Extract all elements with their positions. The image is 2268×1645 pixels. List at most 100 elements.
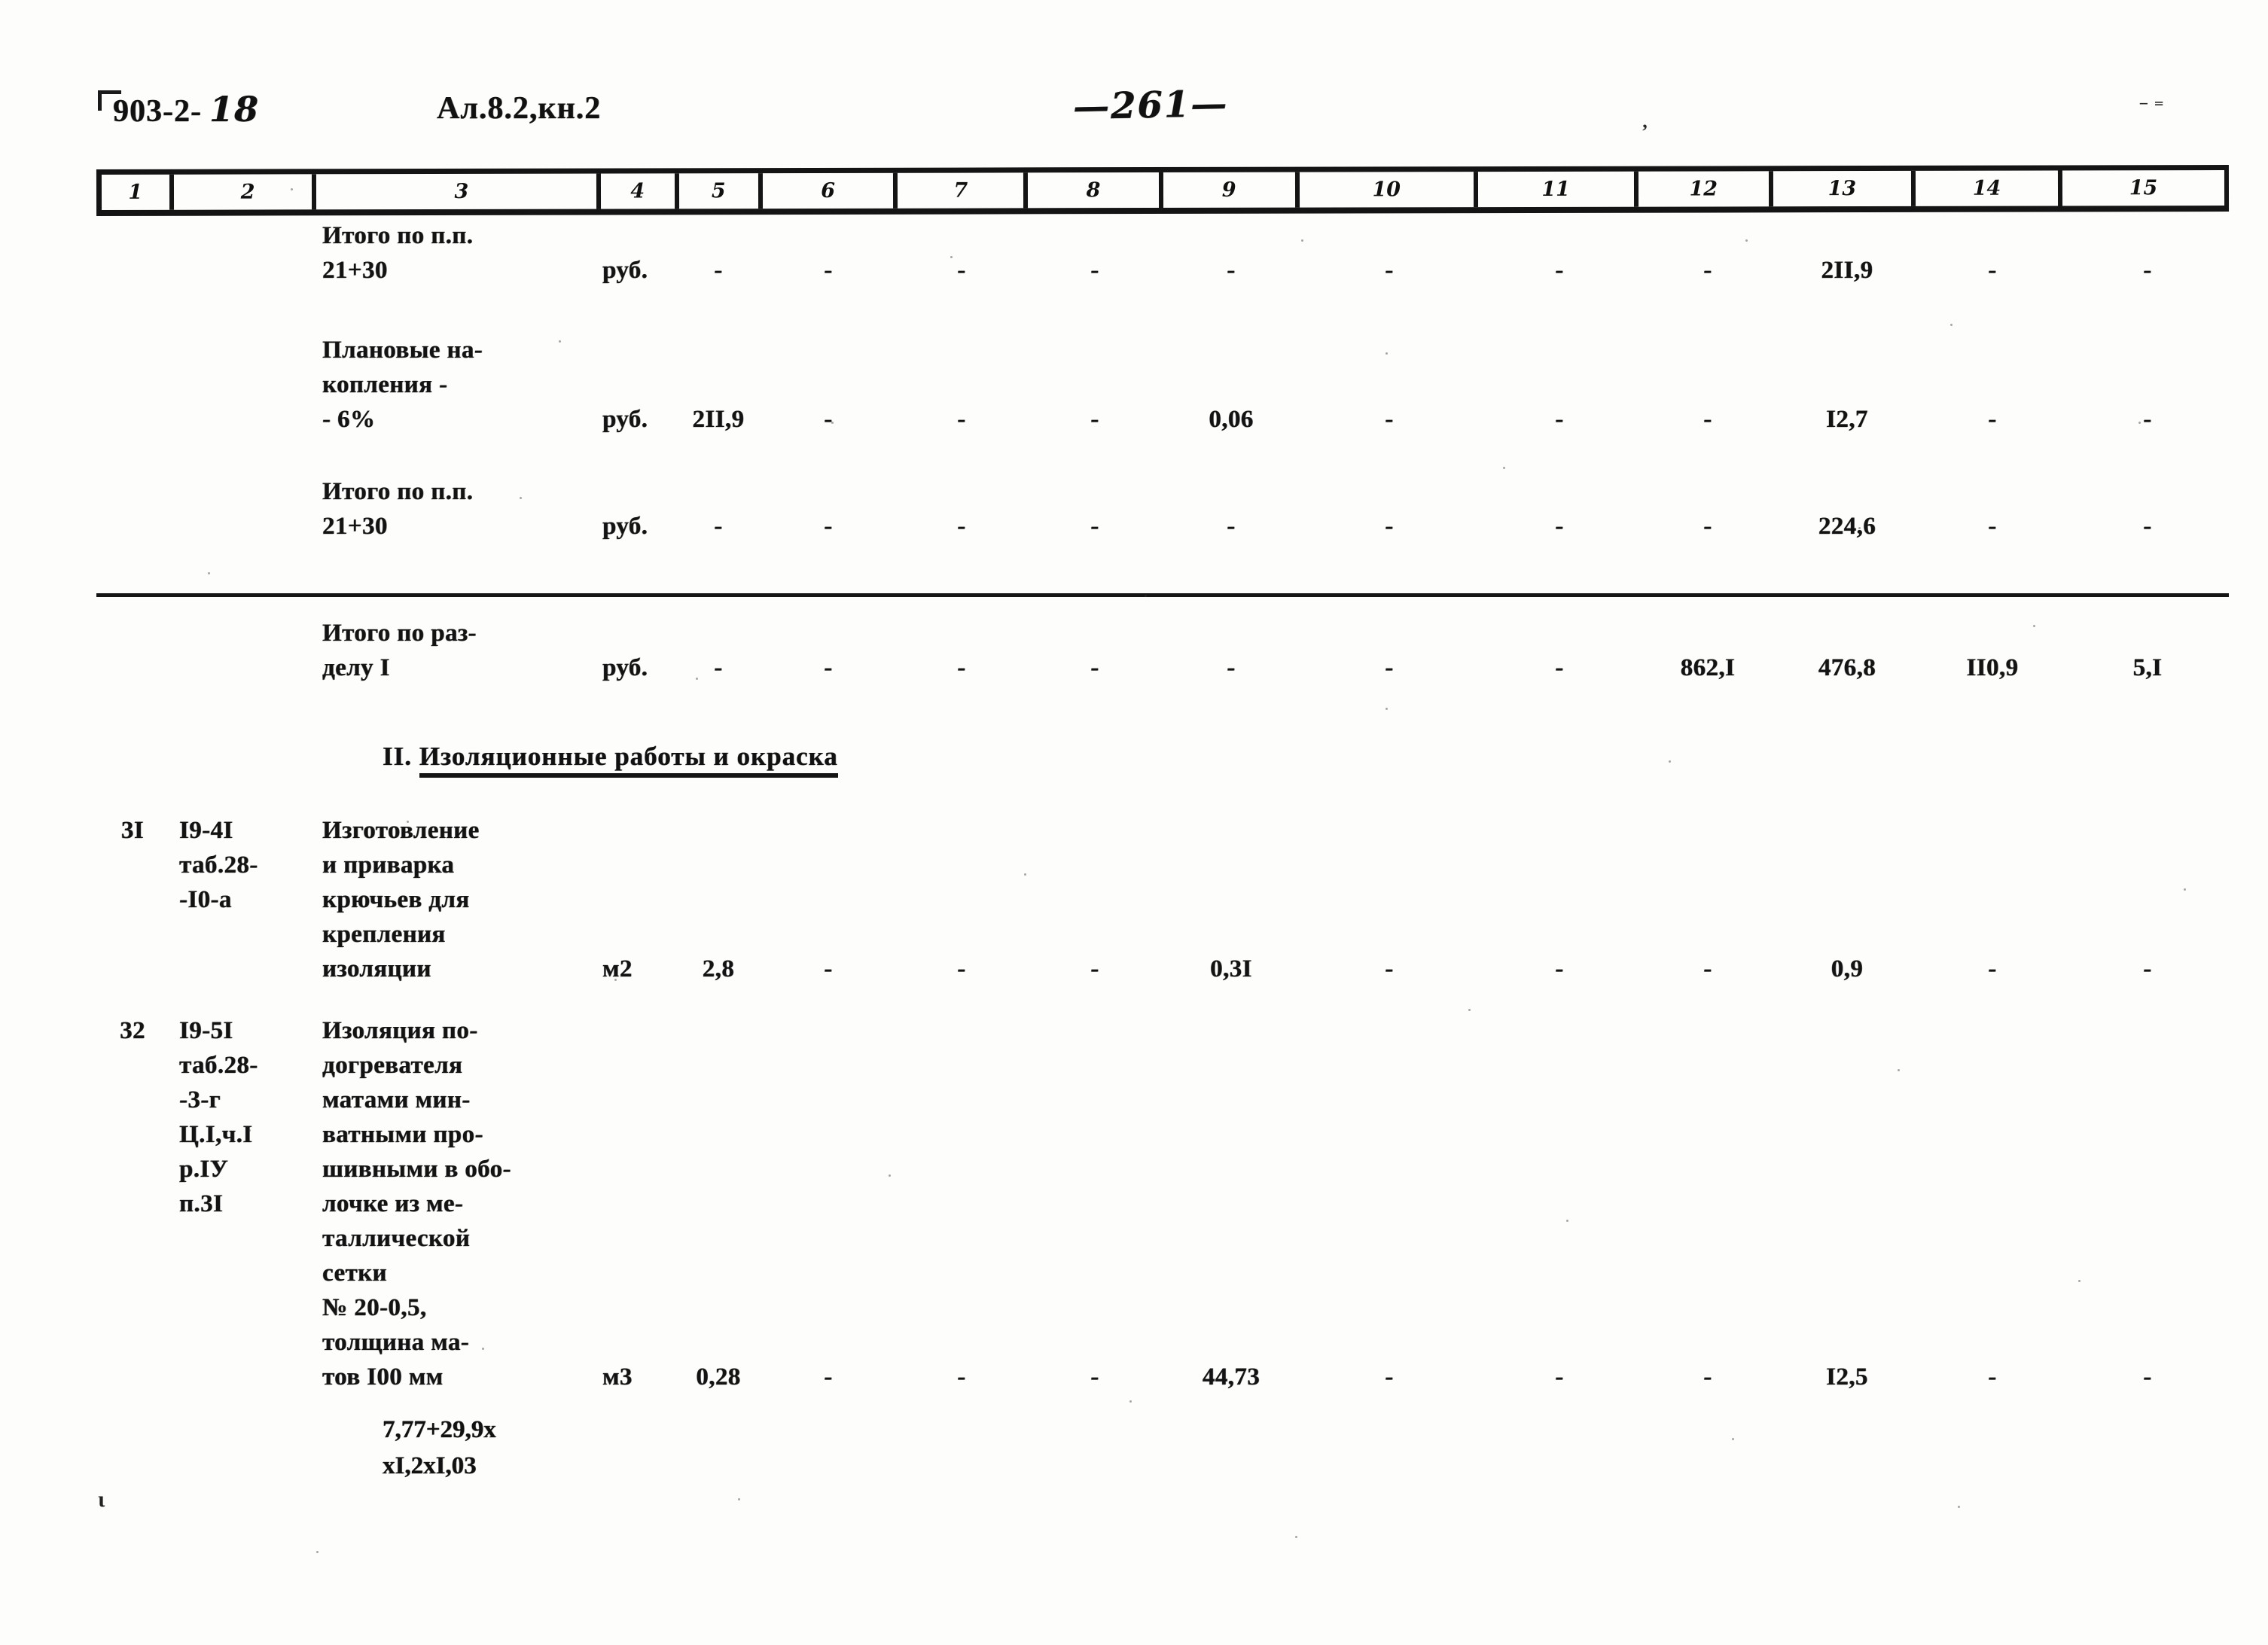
row-col13: I2,7	[1826, 406, 1868, 433]
row-col10: -	[1385, 406, 1394, 433]
row-unit: руб.	[602, 654, 648, 681]
row-col7: -	[957, 513, 966, 540]
row-col8: -	[1090, 955, 1099, 982]
row-col5: 2,8	[702, 955, 735, 982]
row-description: Изоляция по- догревателя матами мин- ват…	[322, 1017, 511, 1391]
row-col11: -	[1555, 955, 1564, 982]
row-col6: -	[824, 1363, 833, 1391]
row-col6: -	[824, 406, 833, 433]
row-col8: -	[1090, 406, 1099, 433]
row-col13: 476,8	[1818, 654, 1876, 681]
column-header-12: 12	[1638, 171, 1773, 207]
column-header-11: 11	[1477, 171, 1639, 208]
row-col7: -	[957, 1363, 966, 1391]
row-col15: 5,I	[2132, 654, 2163, 681]
scan-artifact-dash: ⁻ ⁼	[2138, 96, 2164, 118]
column-header-1: 1	[101, 174, 174, 210]
section-divider-rule	[96, 593, 2229, 597]
row-col6: -	[824, 257, 833, 284]
document-code: 903-2- 18	[113, 89, 259, 129]
column-header-8: 8	[1028, 172, 1163, 209]
row-col9: -	[1227, 257, 1236, 284]
row-col12: -	[1703, 406, 1712, 433]
row-col7: -	[957, 654, 966, 681]
column-header-7: 7	[898, 172, 1029, 209]
row-col9: -	[1227, 513, 1236, 540]
row-col10: -	[1385, 955, 1394, 982]
row-col5: 2II,9	[692, 406, 745, 433]
row-col11: -	[1555, 257, 1564, 284]
row-reference: I9-4I таб.28- -I0-а	[179, 817, 258, 913]
table-row: Итого по п.п. 21+30 руб. - - - - - - - -…	[96, 218, 2229, 288]
column-header-6: 6	[763, 172, 898, 209]
margin-stray-mark: ι	[98, 1487, 105, 1512]
row-col13: 224,6	[1818, 513, 1876, 540]
row-col11: -	[1555, 1363, 1564, 1391]
page-header: 903-2- 18 Ал.8.2,кн.2 —261—	[0, 83, 2268, 142]
column-header-10: 10	[1299, 172, 1478, 208]
row-col15: -	[2143, 955, 2152, 982]
column-header-2: 2	[173, 174, 316, 210]
row-col8: -	[1090, 513, 1099, 540]
row-col11: -	[1555, 513, 1564, 540]
section-heading-number: II.	[383, 742, 412, 771]
column-header-14: 14	[1915, 170, 2063, 206]
row-col5: -	[714, 513, 723, 540]
row-col14: -	[1988, 955, 1997, 982]
row-col12: -	[1703, 955, 1712, 982]
row-col12: -	[1703, 513, 1712, 540]
row-reference: I9-5I таб.28- -3-г Ц.I,ч.I р.IУ п.3I	[179, 1017, 258, 1217]
row-col9: 44,73	[1202, 1363, 1261, 1391]
table-row: Итого по п.п. 21+30 руб. - - - - - - - -…	[96, 474, 2229, 544]
table-row: Итого по раз- делу I руб. - - - - - - - …	[96, 616, 2229, 685]
row-col14: II0,9	[1966, 654, 2019, 681]
row-col10: -	[1385, 257, 1394, 284]
row-unit: м2	[602, 955, 633, 982]
row-col5: -	[714, 257, 723, 284]
row-col15: -	[2143, 513, 2152, 540]
row-description: Итого по п.п. 21+30	[322, 478, 474, 540]
row-col12: -	[1703, 257, 1712, 284]
table-row: Плановые на- копления - - 6% руб. 2II,9 …	[96, 333, 2229, 437]
row-unit: м3	[602, 1363, 633, 1391]
table-body: Итого по п.п. 21+30 руб. - - - - - - - -…	[96, 218, 2229, 1573]
column-header-4: 4	[600, 173, 679, 209]
row-col13: 2II,9	[1821, 257, 1873, 284]
row-number: 3I	[120, 817, 145, 844]
row-col8: -	[1090, 1363, 1099, 1391]
row-col14: -	[1988, 257, 1997, 284]
row-col7: -	[957, 257, 966, 284]
row-description: Итого по п.п. 21+30	[322, 222, 474, 284]
row-col10: -	[1385, 1363, 1394, 1391]
row-col14: -	[1988, 1363, 1997, 1391]
row-unit: руб.	[602, 257, 648, 284]
row-col10: -	[1385, 654, 1394, 681]
album-code: Ал.8.2,кн.2	[437, 91, 602, 126]
row-col9: 0,06	[1209, 406, 1254, 433]
row-col12: 862,I	[1680, 654, 1736, 681]
page-number: —261—	[1072, 82, 1229, 129]
row-col9: 0,3I	[1210, 955, 1252, 982]
row-col8: -	[1090, 257, 1099, 284]
document-code-variant: 18	[209, 89, 259, 129]
column-header-13: 13	[1773, 170, 1916, 207]
row-col11: -	[1555, 406, 1564, 433]
column-header-3: 3	[316, 173, 602, 210]
row-col14: -	[1988, 406, 1997, 433]
document-code-text: 903-2-	[113, 94, 202, 129]
row-col15: -	[2143, 257, 2152, 284]
row-col6: -	[824, 513, 833, 540]
scan-artifact-tick: ʼ	[1642, 120, 1648, 142]
row-col12: -	[1703, 1363, 1712, 1391]
document-page: 903-2- 18 Ал.8.2,кн.2 —261— ʼ ⁻ ⁼ 1 2 3 4…	[0, 0, 2268, 1645]
row-description: Плановые на- копления - - 6%	[322, 337, 483, 433]
row-col10: -	[1385, 513, 1394, 540]
table-row: 3I I9-4I таб.28- -I0-а Изготовление и пр…	[96, 813, 2229, 986]
row-col15: -	[2143, 1363, 2152, 1391]
row-col14: -	[1988, 513, 1997, 540]
row-col13: 0,9	[1831, 955, 1864, 982]
section-heading: II. Изоляционные работы и окраска	[383, 742, 838, 778]
row-col7: -	[957, 955, 966, 982]
column-header-5: 5	[678, 173, 764, 209]
row-number: 32	[120, 1017, 145, 1044]
